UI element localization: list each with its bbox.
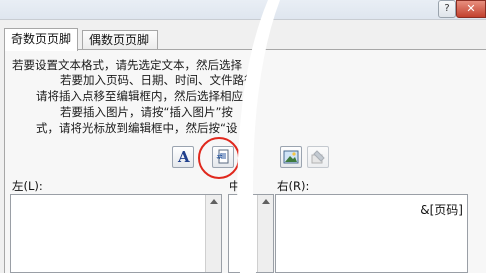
instruction-line-1: 若要设置文本格式，请先选定文本，然后选择: [12, 58, 242, 72]
instruction-line-5: 式，请将光标放到编辑框中，然后按“设: [36, 121, 238, 135]
insert-picture-icon: [283, 150, 299, 164]
format-picture-icon: [311, 150, 325, 164]
insert-page-count-button[interactable]: [243, 146, 251, 168]
center-section-textbox[interactable]: [228, 194, 274, 273]
close-icon: ✕: [466, 2, 476, 15]
instruction-line-3: 请将插入点移至编辑框内，然后选择相应: [36, 89, 243, 103]
left-section-label: 左(L):: [12, 179, 43, 193]
right-section-value: &[页码]: [420, 203, 463, 217]
format-text-button[interactable]: A: [172, 146, 194, 168]
instruction-line-2: 若要加入页码、日期、时间、文件路径: [60, 73, 256, 87]
dialog-title-bar: ? ✕: [0, 0, 486, 20]
help-button[interactable]: ?: [438, 0, 456, 18]
scroll-up-icon: [262, 199, 270, 204]
tab-even-page-footer[interactable]: 偶数页页脚: [82, 30, 158, 50]
highlight-circle: [198, 137, 240, 179]
left-section-scrollbar[interactable]: [205, 195, 221, 272]
center-section-scrollbar[interactable]: [257, 195, 273, 272]
close-button[interactable]: ✕: [456, 0, 486, 18]
right-section-textbox[interactable]: &[页码]: [275, 194, 468, 273]
format-text-icon: A: [178, 148, 190, 166]
insert-picture-button[interactable]: [280, 146, 302, 168]
instruction-line-4: 若要插入图片，请按“插入图片”按: [60, 105, 233, 119]
scroll-up-icon: [210, 199, 218, 204]
help-icon: ?: [444, 3, 450, 14]
format-picture-button[interactable]: [307, 146, 329, 168]
center-section-label: 中(C: [229, 179, 254, 193]
left-section-textbox[interactable]: [10, 194, 222, 273]
tab-odd-page-footer[interactable]: 奇数页页脚: [4, 28, 78, 51]
right-section-label: 右(R):: [277, 179, 310, 193]
